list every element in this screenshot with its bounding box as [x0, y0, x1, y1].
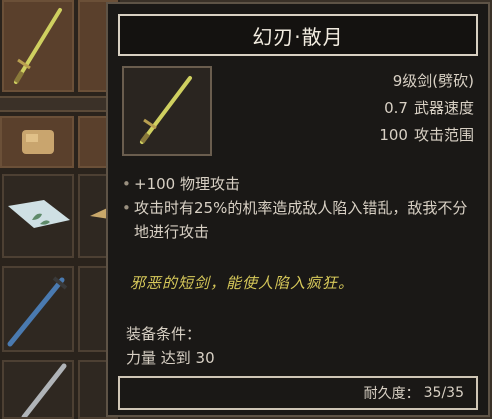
durability-value: 35/35	[423, 385, 464, 401]
attack-range-label: 攻击范围	[413, 126, 474, 144]
durability-box: 耐久度： 35/35	[118, 376, 478, 410]
item-icon-frame	[122, 66, 212, 156]
weapon-speed: 0.7 武器速度	[379, 95, 474, 122]
inventory-slot[interactable]	[2, 266, 74, 352]
requirements-label: 装备条件：	[126, 325, 202, 343]
item-stats: 9级剑(劈砍) 0.7 武器速度 100 攻击范围	[379, 68, 474, 149]
item-grade: 9级剑(劈砍)	[392, 72, 474, 90]
requirements-line: 力量 达到 30	[126, 349, 215, 367]
inventory-slot[interactable]	[0, 116, 74, 168]
inventory-slot[interactable]	[2, 174, 74, 258]
inventory-slot[interactable]	[2, 360, 74, 419]
weapon-speed-label: 武器速度	[413, 99, 474, 117]
effect-text: 攻击时有25%的机率造成敌人陷入错乱，敌我不分地进行攻击	[134, 199, 468, 241]
flavor-text: 邪恶的短剑，能使人陷入疯狂。	[130, 274, 355, 292]
effect-item: • +100 物理攻击	[122, 172, 472, 196]
short-sword-icon	[13, 8, 62, 84]
inventory-divider	[0, 96, 120, 112]
attack-range: 100 攻击范围	[379, 122, 474, 149]
game-screen: 幻刃·散月 9级剑(劈砍) 0.7 武器速度 100 攻击范围 • +100 物理攻…	[0, 0, 492, 419]
inventory-panel	[0, 0, 120, 419]
bullet-icon: •	[122, 175, 131, 193]
attack-range-value: 100	[379, 126, 408, 144]
bullet-icon: •	[122, 199, 131, 217]
item-title-box: 幻刃·散月	[118, 14, 478, 56]
sword-icon	[7, 276, 68, 347]
effect-item: • 攻击时有25%的机率造成敌人陷入错乱，敌我不分地进行攻击	[122, 196, 472, 244]
scroll-herb-icon	[8, 200, 70, 228]
effect-text: +100 物理攻击	[134, 175, 240, 193]
satchel-icon	[22, 130, 54, 154]
item-tooltip: 幻刃·散月 9级剑(劈砍) 0.7 武器速度 100 攻击范围 • +100 物理攻…	[106, 2, 490, 417]
short-sword-icon	[140, 76, 192, 144]
equip-requirements: 装备条件： 力量 达到 30	[126, 322, 215, 370]
weapon-speed-value: 0.7	[384, 99, 408, 117]
sword-icon	[21, 363, 67, 419]
item-name: 幻刃·散月	[252, 24, 344, 49]
durability-label: 耐久度：	[363, 386, 420, 402]
inventory-slot[interactable]	[2, 0, 74, 92]
item-effects: • +100 物理攻击 • 攻击时有25%的机率造成敌人陷入错乱，敌我不分地进行…	[122, 172, 472, 244]
